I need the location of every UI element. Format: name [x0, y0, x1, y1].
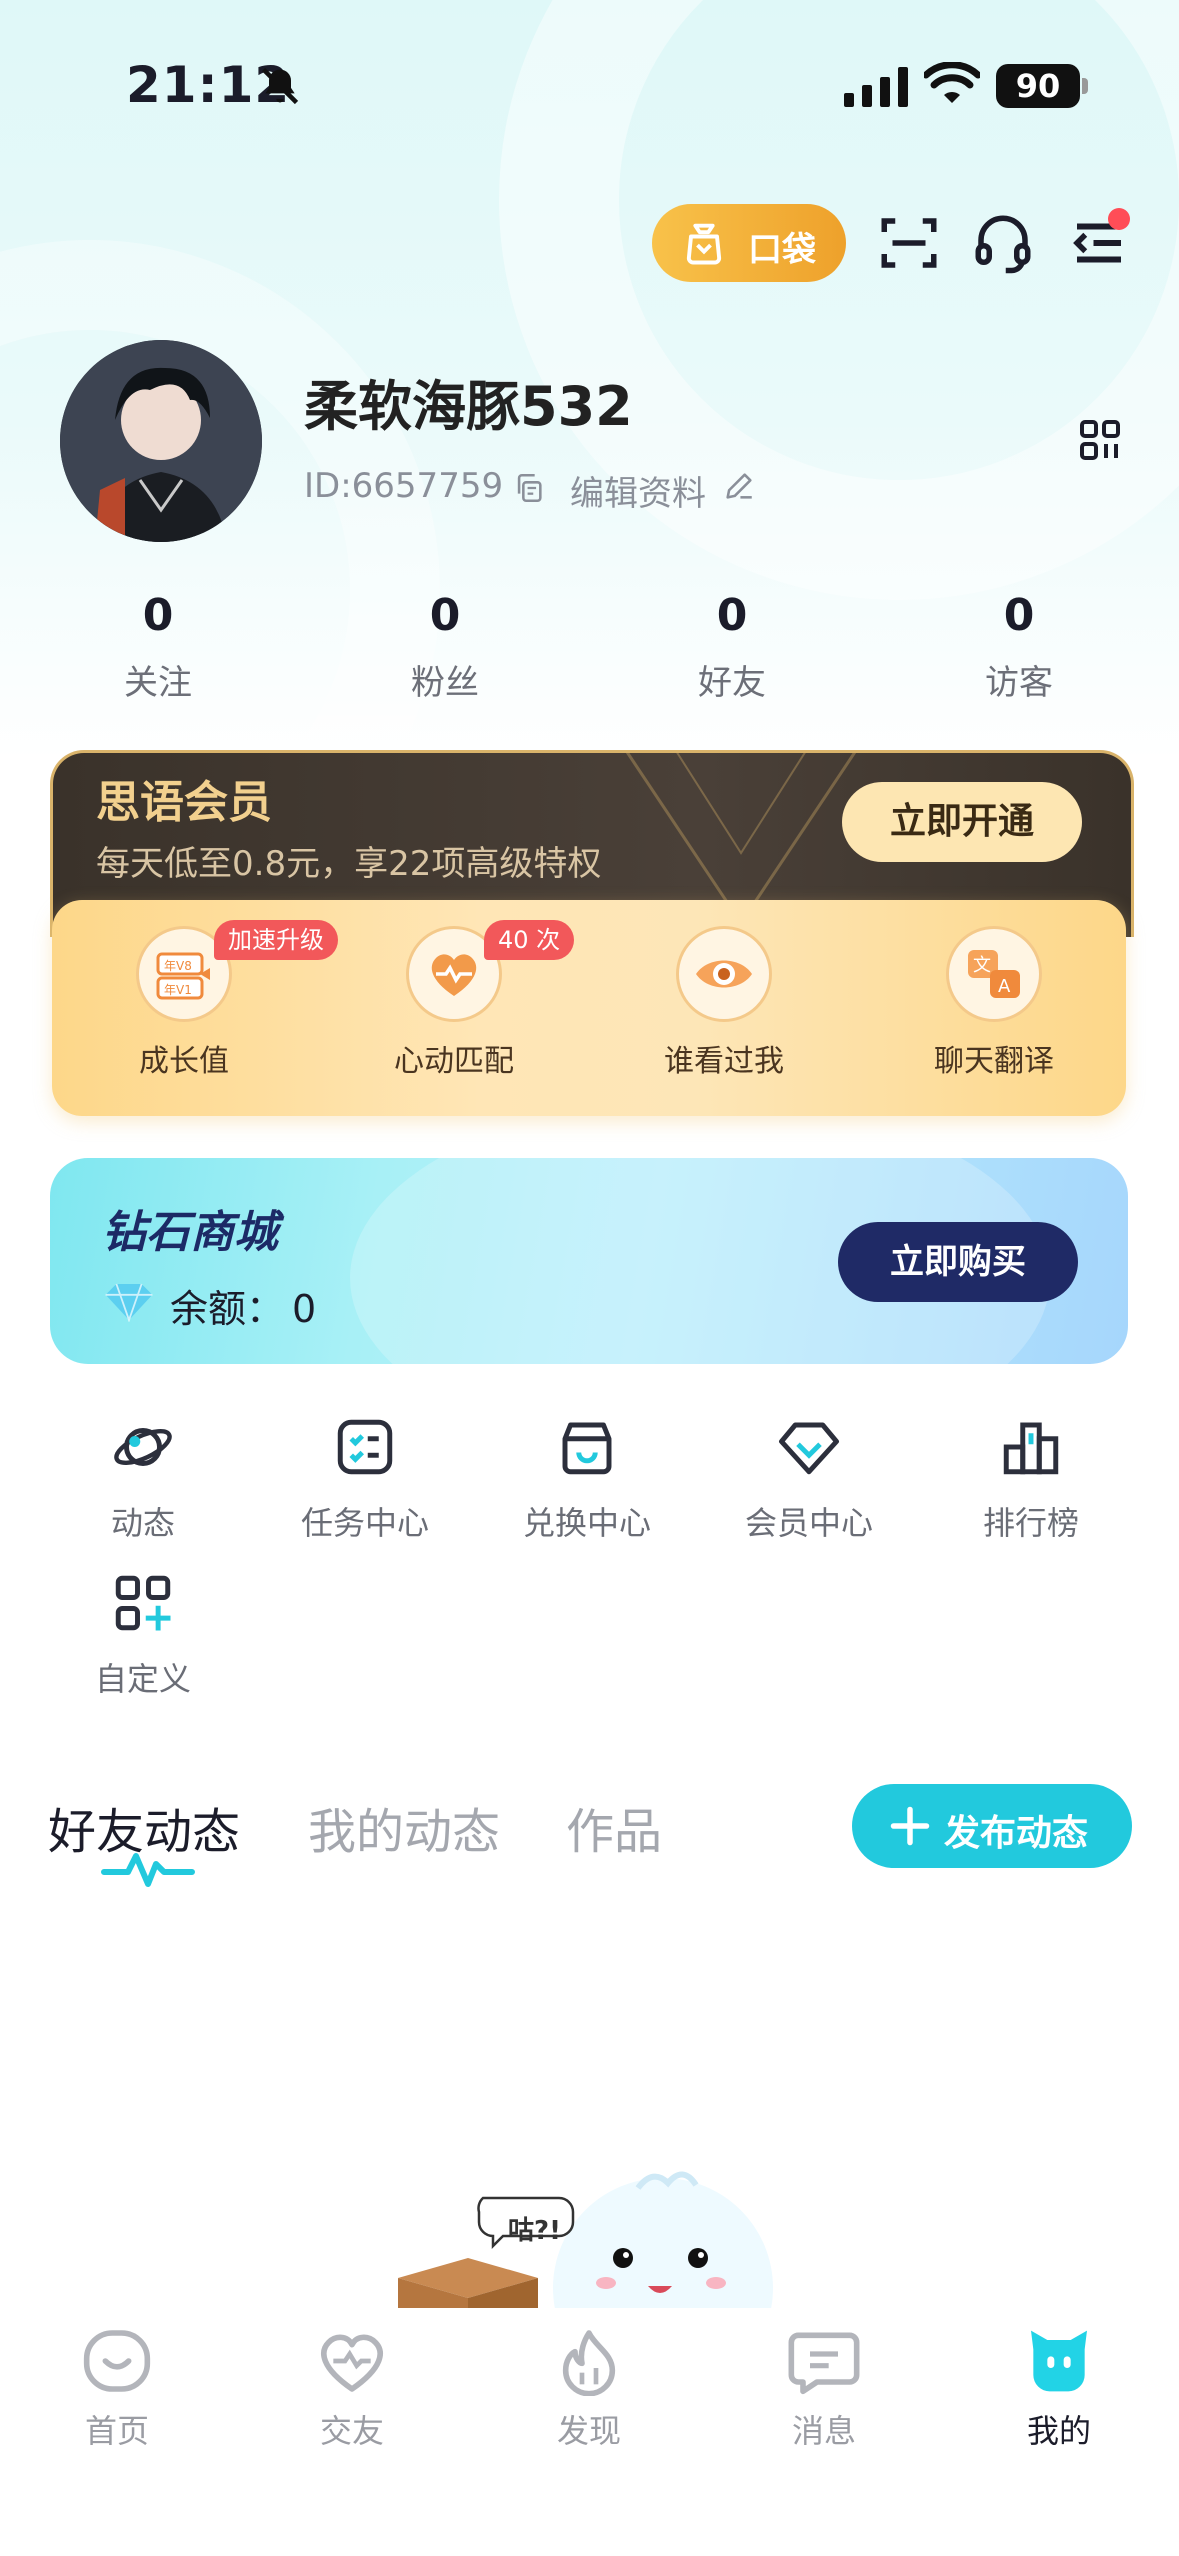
vip-title: 思语会员	[96, 777, 272, 828]
signal-icon	[844, 67, 908, 107]
perk-visitors[interactable]: 谁看过我	[624, 926, 824, 1080]
empty-state-bubble-text: 咕?!	[508, 2216, 561, 2246]
vip-activate-button[interactable]: 立即开通	[842, 782, 1082, 862]
plus-icon	[890, 1806, 930, 1846]
battery-indicator: 90	[996, 64, 1080, 108]
stat-label: 关注	[124, 663, 192, 703]
podium-icon	[1003, 1422, 1059, 1475]
stat-following[interactable]: 0 关注	[68, 590, 248, 704]
shortcut-exchange[interactable]: 兑换中心	[492, 1414, 682, 1544]
nav-dating[interactable]: 交友	[252, 2326, 452, 2452]
svg-text:A: A	[998, 976, 1011, 997]
edit-profile-link[interactable]: 编辑资料	[570, 466, 706, 515]
flame-icon	[562, 2330, 616, 2396]
qr-code-icon[interactable]	[1076, 416, 1124, 464]
diamond-buy-button[interactable]: 立即购买	[838, 1222, 1078, 1302]
pocket-button[interactable]: 口袋	[652, 204, 846, 282]
empty-state-illustration: 咕?!	[398, 2168, 778, 2308]
shortcut-label: 自定义	[94, 1660, 191, 1698]
stat-label: 访客	[985, 663, 1053, 703]
diamond-store-title: 钻石商城	[102, 1207, 278, 1258]
stat-fans[interactable]: 0 粉丝	[355, 590, 535, 704]
heart-pulse-icon	[431, 954, 477, 996]
active-tab-indicator	[101, 1853, 195, 1887]
nav-profile[interactable]: 我的	[959, 2326, 1159, 2452]
level-badge-icon: 年V8 年V1	[156, 952, 210, 1000]
shortcut-label: 动态	[110, 1504, 175, 1542]
eye-icon	[696, 960, 752, 988]
svg-text:年V8: 年V8	[164, 959, 192, 973]
shortcut-label: 排行榜	[982, 1504, 1079, 1542]
avatar-illustration	[60, 340, 262, 542]
home-icon	[83, 2330, 151, 2392]
stat-value: 0	[1003, 590, 1035, 641]
nav-label: 消息	[791, 2412, 856, 2450]
nav-home[interactable]: 首页	[17, 2326, 217, 2452]
perk-tag-speedup: 加速升级	[214, 920, 338, 960]
pencil-icon[interactable]	[722, 468, 756, 504]
nav-label: 首页	[84, 2412, 149, 2450]
translate-icon: 文 A	[968, 950, 1020, 998]
svg-text:年V1: 年V1	[164, 983, 192, 997]
notification-dot	[1108, 208, 1130, 230]
stat-value: 0	[716, 590, 748, 641]
bell-muted-icon	[261, 67, 299, 105]
wifi-icon	[924, 62, 980, 103]
diamond-icon	[105, 1283, 153, 1322]
stat-label: 好友	[698, 663, 766, 703]
shortcut-label: 会员中心	[744, 1504, 873, 1542]
shortcut-label: 兑换中心	[522, 1504, 651, 1542]
shop-icon	[562, 1422, 612, 1475]
shortcut-moments[interactable]: 动态	[48, 1414, 238, 1544]
scan-icon[interactable]	[876, 210, 942, 276]
shortcut-tasks[interactable]: 任务中心	[270, 1414, 460, 1544]
svg-text:文: 文	[973, 955, 991, 976]
shortcut-vip-center[interactable]: 会员中心	[714, 1414, 904, 1544]
perk-label: 聊天翻译	[934, 1044, 1054, 1079]
perk-label: 心动匹配	[394, 1044, 514, 1079]
perk-label: 谁看过我	[664, 1044, 784, 1079]
tab-works[interactable]: 作品	[566, 1792, 662, 1862]
copy-icon[interactable]	[512, 470, 546, 506]
nav-label: 发现	[556, 2412, 621, 2450]
nav-label: 交友	[319, 2412, 384, 2450]
perk-label: 成长值	[139, 1044, 229, 1079]
stat-label: 粉丝	[411, 663, 479, 703]
stat-friends[interactable]: 0 好友	[642, 590, 822, 704]
post-moment-button[interactable]: 发布动态	[852, 1784, 1132, 1868]
balance-label: 余额：	[170, 1287, 285, 1331]
nav-messages[interactable]: 消息	[724, 2326, 924, 2452]
perk-tag-count: 40 次	[484, 920, 575, 960]
perk-translate[interactable]: 文 A 聊天翻译	[894, 926, 1094, 1080]
grid-plus-icon	[115, 1575, 171, 1631]
planet-icon	[114, 1428, 172, 1466]
avatar[interactable]	[60, 340, 262, 542]
message-icon	[788, 2332, 860, 2395]
nav-discover[interactable]: 发现	[489, 2326, 689, 2452]
user-id: ID:6657759	[304, 466, 504, 506]
task-list-icon	[337, 1419, 393, 1475]
balance-value: 0	[292, 1287, 317, 1331]
vip-subtitle: 每天低至0.8元，享22项高级特权	[96, 844, 602, 884]
shortcut-ranking[interactable]: 排行榜	[936, 1414, 1126, 1544]
vip-gem-icon	[779, 1422, 839, 1475]
pocket-bag-icon	[686, 223, 722, 265]
shortcut-customize[interactable]: 自定义	[48, 1570, 238, 1700]
nickname: 柔软海豚532	[304, 375, 633, 438]
battery-tip	[1082, 78, 1088, 94]
post-moment-label: 发布动态	[944, 1813, 1089, 1854]
stat-value: 0	[142, 590, 174, 641]
customer-service-icon[interactable]	[970, 210, 1036, 276]
diamond-balance: 余额： 0	[170, 1278, 316, 1333]
tab-my-moments[interactable]: 我的动态	[308, 1792, 500, 1862]
nav-label: 我的	[1026, 2412, 1091, 2450]
stat-visitors[interactable]: 0 访客	[929, 590, 1109, 704]
profile-cat-icon	[1031, 2330, 1087, 2392]
pocket-label: 口袋	[748, 230, 816, 270]
shortcut-label: 任务中心	[300, 1504, 429, 1542]
stat-value: 0	[429, 590, 461, 641]
heart-icon	[321, 2334, 383, 2392]
